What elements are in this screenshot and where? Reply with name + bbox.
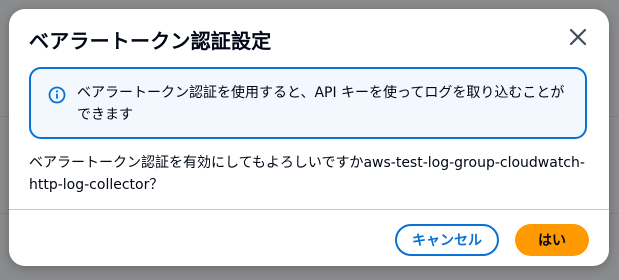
close-button[interactable] xyxy=(565,24,591,50)
footer-divider xyxy=(9,209,609,210)
dialog-header: ベアラートークン認証設定 xyxy=(9,9,609,67)
background-divider xyxy=(609,116,619,117)
background-divider xyxy=(0,116,9,117)
info-alert-text: ベアラートークン認証を使用すると、API キーを使ってログを取り込むことができま… xyxy=(77,85,565,123)
confirm-button[interactable]: はい xyxy=(515,224,589,256)
confirmation-message: ベアラートークン認証を有効にしてもよろしいですかaws-test-log-gro… xyxy=(29,155,585,193)
cancel-button[interactable]: キャンセル xyxy=(395,224,499,256)
close-icon xyxy=(569,28,587,46)
dialog-title: ベアラートークン認証設定 xyxy=(29,29,272,53)
info-icon xyxy=(48,86,66,104)
background-divider xyxy=(609,213,619,214)
info-alert: ベアラートークン認証を使用すると、API キーを使ってログを取り込むことができま… xyxy=(29,67,587,139)
background-divider xyxy=(0,213,9,214)
bearer-token-dialog: ベアラートークン認証設定 ベアラートークン認証を使用すると、API キーを使って… xyxy=(9,9,609,266)
